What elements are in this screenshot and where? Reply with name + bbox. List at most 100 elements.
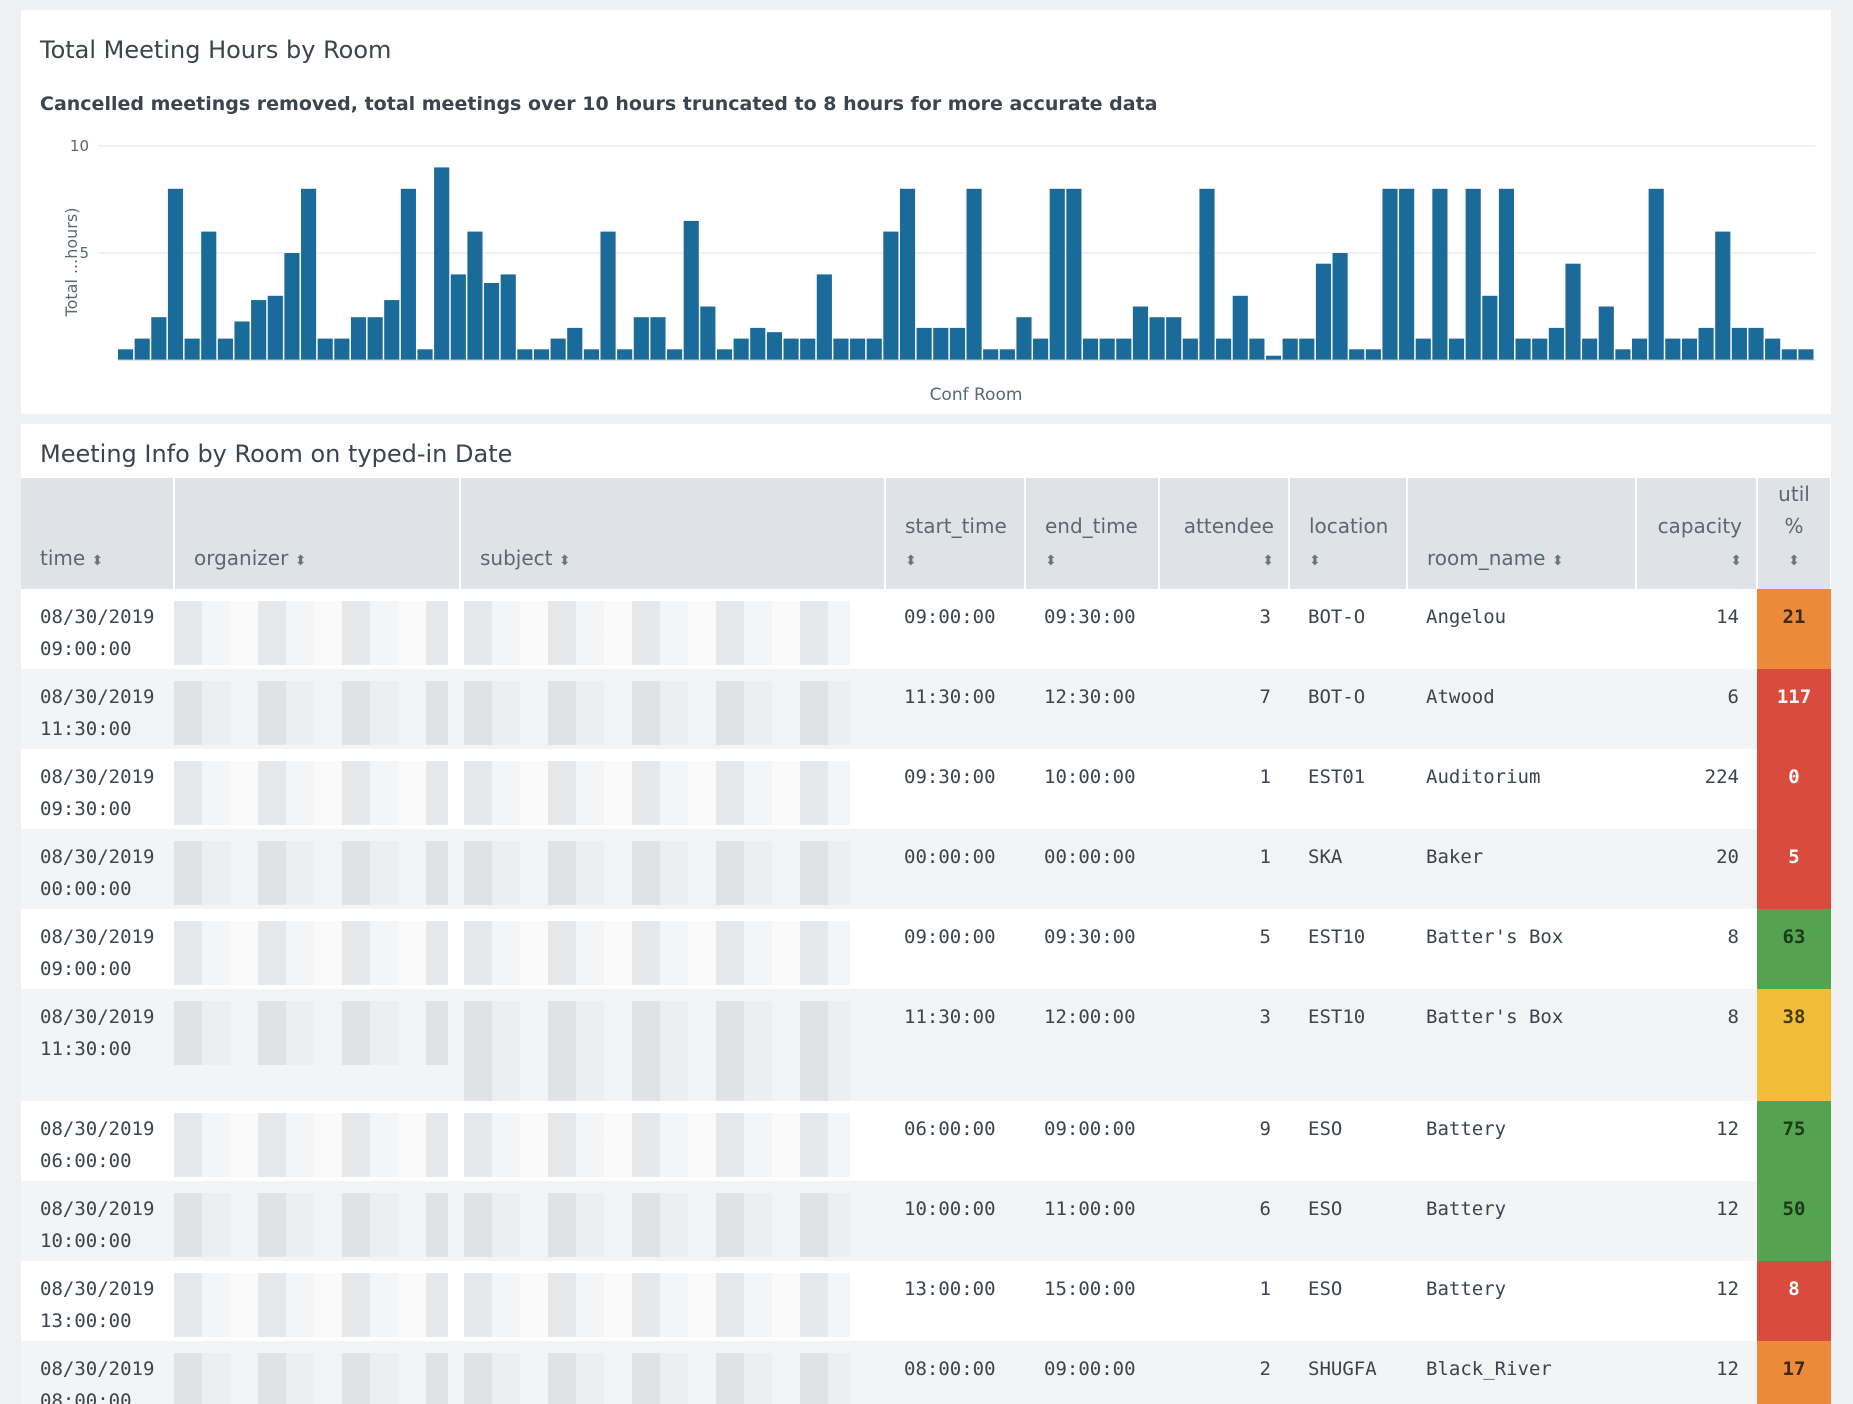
bar[interactable]	[700, 306, 716, 361]
bar[interactable]	[1116, 338, 1132, 360]
bar[interactable]	[184, 338, 200, 360]
bar[interactable]	[201, 231, 217, 360]
bar[interactable]	[317, 338, 333, 360]
bar[interactable]	[134, 338, 150, 360]
bar[interactable]	[1265, 355, 1282, 360]
bar[interactable]	[1382, 188, 1398, 360]
bar[interactable]	[1648, 188, 1664, 360]
bar[interactable]	[683, 220, 699, 360]
bar[interactable]	[567, 327, 583, 360]
bar[interactable]	[1082, 338, 1099, 360]
bar[interactable]	[1681, 338, 1698, 360]
bar[interactable]	[284, 253, 300, 360]
bar[interactable]	[583, 349, 599, 360]
bar[interactable]	[600, 231, 616, 360]
column-header-end-time[interactable]: end_time ⬍	[1025, 478, 1160, 589]
bar[interactable]	[533, 349, 550, 360]
bar[interactable]	[1698, 327, 1714, 360]
bar[interactable]	[1665, 338, 1681, 360]
bar[interactable]	[733, 338, 749, 360]
bar[interactable]	[1781, 349, 1797, 360]
bar[interactable]	[467, 231, 483, 360]
table-row[interactable]: 08/30/2019 11:30:00 11:30:00 12:00:00 3 EST10…	[21, 989, 1831, 1101]
bar[interactable]	[933, 327, 949, 360]
column-header-start-time[interactable]: start_time ⬍	[885, 478, 1026, 589]
bar[interactable]	[1332, 253, 1348, 360]
bar[interactable]	[750, 327, 766, 360]
bar[interactable]	[450, 274, 466, 360]
table-row[interactable]: 08/30/2019 00:00:00 00:00:00 00:00:00 1 SKA Ba…	[21, 829, 1831, 909]
column-header-util[interactable]: util% ⬍	[1757, 478, 1831, 589]
column-header-time[interactable]: time ⬍	[21, 478, 175, 589]
bar-chart[interactable]: 510Conf RoomTotal ...hours)	[21, 10, 1831, 414]
bar[interactable]	[1582, 338, 1598, 360]
bar[interactable]	[1748, 327, 1764, 360]
bar[interactable]	[983, 349, 999, 360]
bar[interactable]	[899, 188, 916, 360]
bar[interactable]	[1066, 188, 1082, 360]
bar[interactable]	[1548, 327, 1564, 360]
bar[interactable]	[1631, 338, 1648, 360]
bar[interactable]	[1365, 349, 1381, 360]
table-row[interactable]: 08/30/2019 06:00:00 06:00:00 09:00:00 9 ESO Ba…	[21, 1101, 1831, 1181]
bar[interactable]	[118, 349, 134, 360]
bar[interactable]	[783, 338, 799, 360]
bar[interactable]	[434, 167, 450, 360]
bar[interactable]	[1415, 338, 1431, 360]
bar[interactable]	[1299, 338, 1315, 360]
bar[interactable]	[1565, 263, 1581, 360]
bar[interactable]	[1465, 188, 1481, 360]
bar[interactable]	[151, 317, 167, 360]
bar[interactable]	[1715, 231, 1731, 360]
bar[interactable]	[1216, 338, 1232, 360]
bar[interactable]	[1315, 263, 1332, 360]
bar[interactable]	[866, 338, 882, 360]
bar[interactable]	[1166, 317, 1182, 360]
bar[interactable]	[1598, 306, 1614, 361]
bar[interactable]	[1399, 188, 1415, 360]
table-row[interactable]: 08/30/2019 09:00:00 09:00:00 09:30:00 3 BOT-O…	[21, 589, 1831, 669]
bar[interactable]	[1182, 338, 1198, 360]
bar[interactable]	[384, 300, 400, 360]
bar[interactable]	[850, 338, 866, 360]
bar[interactable]	[1199, 188, 1215, 360]
bar[interactable]	[1615, 349, 1631, 360]
bar[interactable]	[1149, 317, 1165, 360]
column-header-capacity[interactable]: capacity ⬍	[1636, 478, 1758, 589]
bar[interactable]	[999, 349, 1015, 360]
bar[interactable]	[966, 188, 982, 360]
bar[interactable]	[1532, 338, 1548, 360]
bar[interactable]	[1448, 338, 1465, 360]
bar[interactable]	[1282, 338, 1298, 360]
bar[interactable]	[916, 327, 932, 360]
column-header-organizer[interactable]: organizer ⬍	[174, 478, 461, 589]
bar[interactable]	[1016, 317, 1032, 360]
table-row[interactable]: 08/30/2019 11:30:00 11:30:00 12:30:00 7 BOT-O…	[21, 669, 1831, 749]
bar[interactable]	[633, 317, 649, 360]
bar[interactable]	[1349, 349, 1365, 360]
bar[interactable]	[1249, 338, 1265, 360]
bar[interactable]	[1765, 338, 1781, 360]
bar[interactable]	[1731, 327, 1747, 360]
bar[interactable]	[367, 317, 383, 360]
bar[interactable]	[1432, 188, 1448, 360]
bar[interactable]	[816, 274, 832, 360]
bar[interactable]	[500, 274, 516, 360]
column-header-room-name[interactable]: room_name ⬍	[1407, 478, 1637, 589]
bar[interactable]	[617, 349, 633, 360]
bar[interactable]	[234, 321, 250, 360]
column-header-attendee[interactable]: attendee ⬍	[1159, 478, 1290, 589]
bar[interactable]	[800, 338, 816, 360]
bar[interactable]	[167, 188, 184, 360]
bar[interactable]	[350, 317, 367, 360]
bar[interactable]	[650, 317, 666, 360]
bar[interactable]	[833, 338, 849, 360]
bar[interactable]	[484, 282, 500, 360]
bar[interactable]	[667, 349, 683, 360]
bar[interactable]	[1232, 295, 1248, 360]
bar[interactable]	[334, 338, 350, 360]
bar[interactable]	[949, 327, 965, 360]
bar[interactable]	[1482, 295, 1498, 360]
bar[interactable]	[1498, 188, 1515, 360]
bar[interactable]	[1049, 188, 1065, 360]
